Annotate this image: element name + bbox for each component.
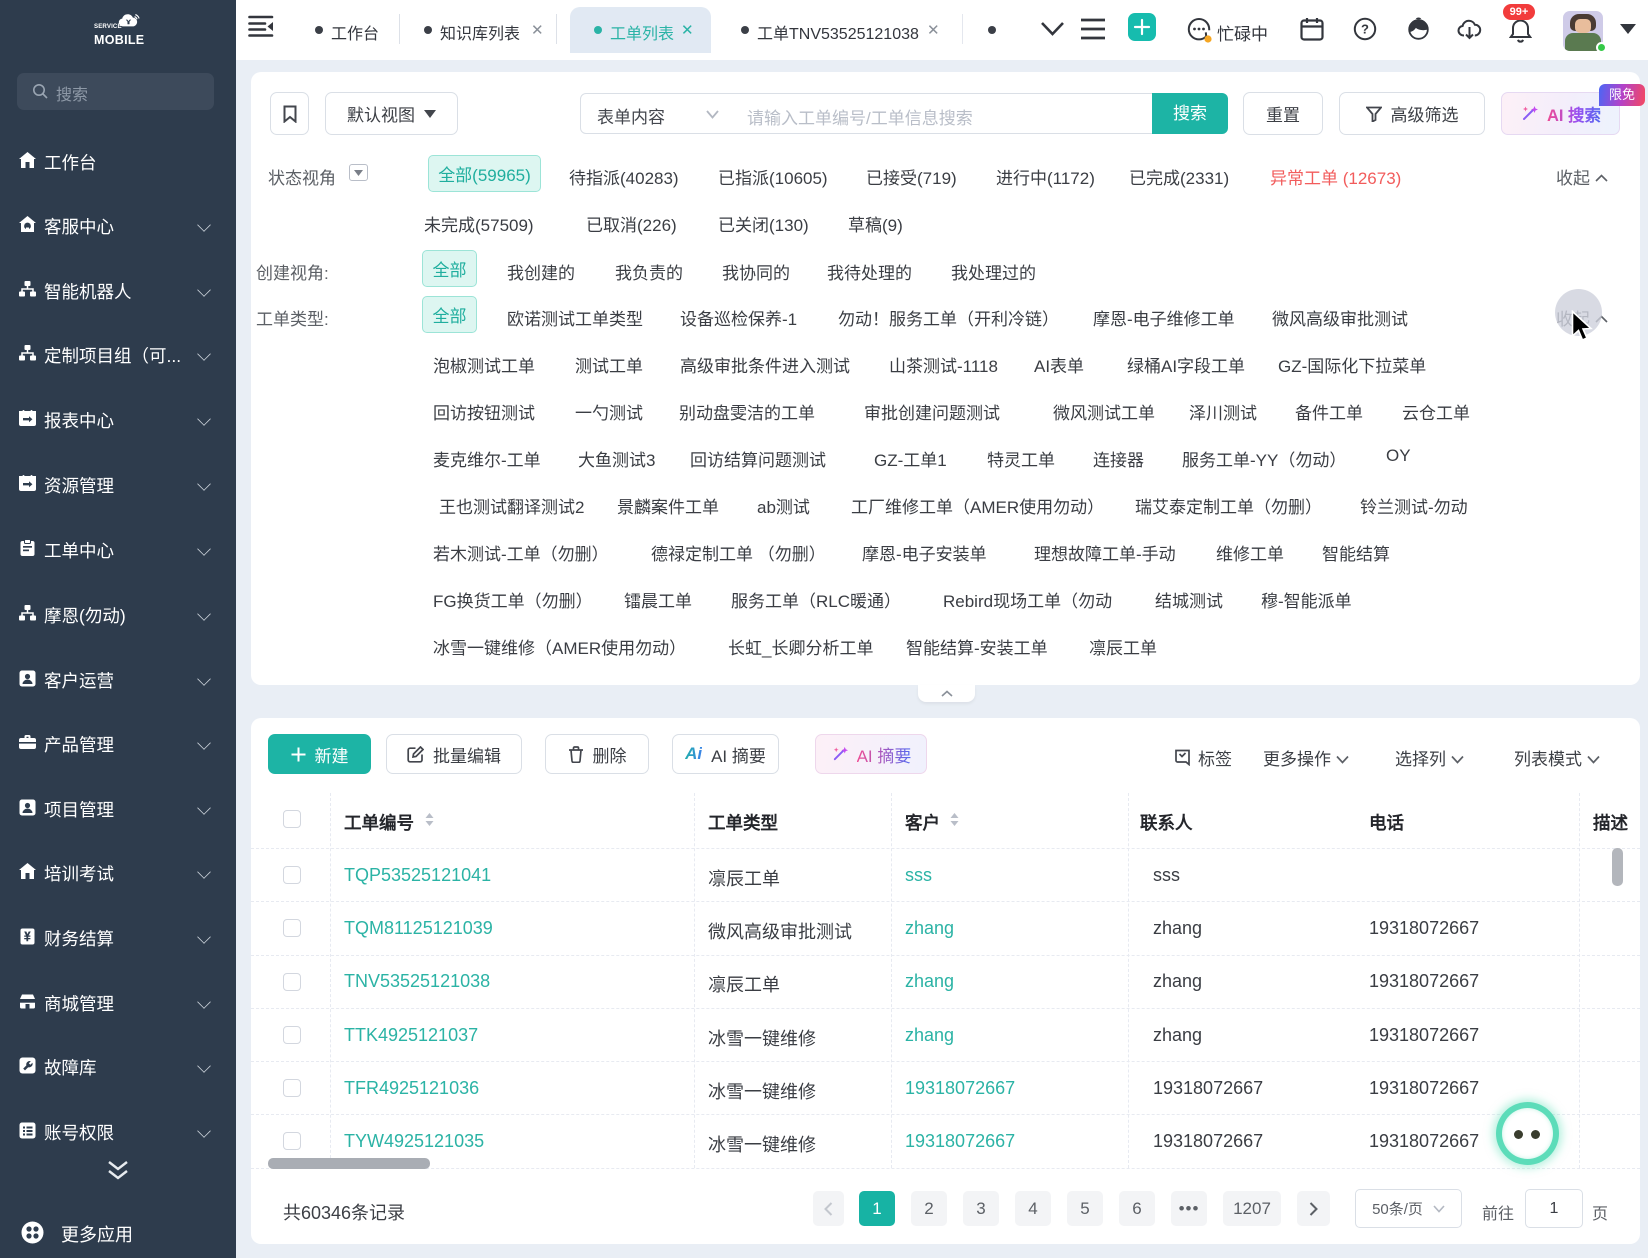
- svg-text:?: ?: [1361, 22, 1369, 37]
